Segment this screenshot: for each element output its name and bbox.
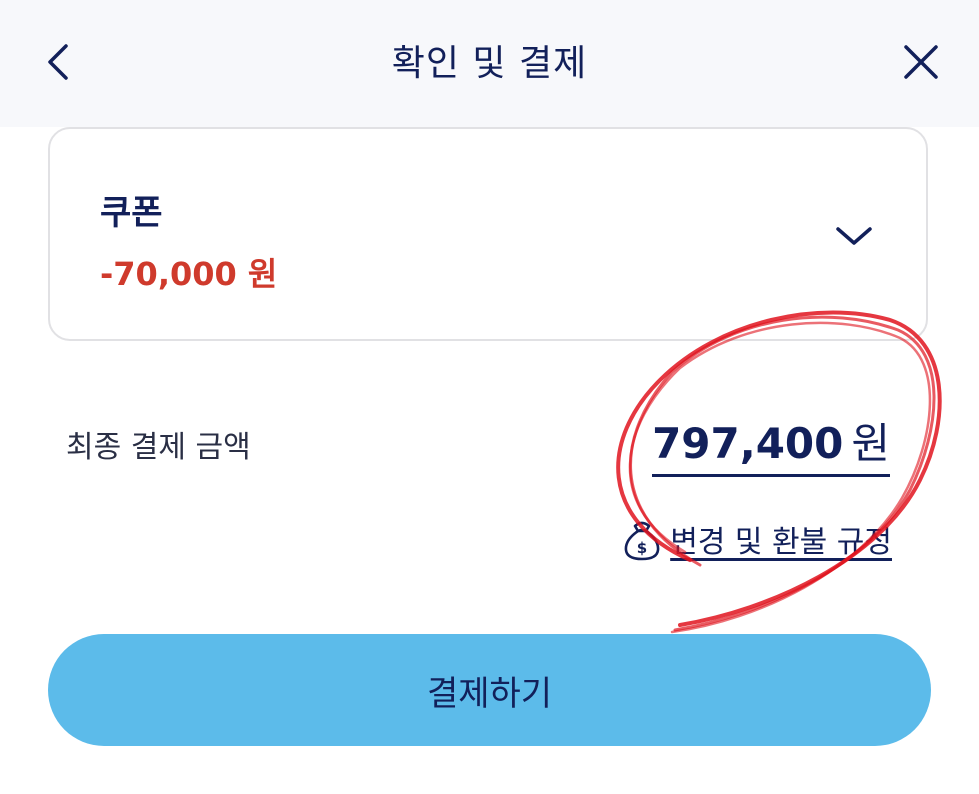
coupon-discount-amount: -70,000 원 (100, 255, 278, 293)
pay-button[interactable]: 결제하기 (48, 634, 931, 746)
close-button[interactable] (899, 40, 943, 84)
coupon-label: 쿠폰 (100, 193, 163, 233)
page-title: 확인 및 결제 (391, 43, 588, 84)
refund-policy-label: 변경 및 환불 규정 (670, 525, 892, 560)
svg-text:$: $ (637, 539, 647, 557)
coupon-selector[interactable]: 쿠폰 -70,000 원 (48, 127, 928, 341)
final-amount-value: 797,400 원 (652, 420, 890, 477)
chevron-down-icon[interactable] (834, 221, 874, 251)
money-bag-icon: $ (624, 521, 660, 561)
refund-policy-link[interactable]: $ 변경 및 환불 규정 (620, 516, 892, 562)
final-amount-label: 최종 결제 금액 (66, 430, 251, 465)
top-app-bar: 확인 및 결제 (0, 0, 979, 127)
final-amount-number: 797,400 (652, 419, 844, 468)
close-icon (904, 45, 938, 79)
final-amount-unit: 원 (851, 419, 890, 468)
